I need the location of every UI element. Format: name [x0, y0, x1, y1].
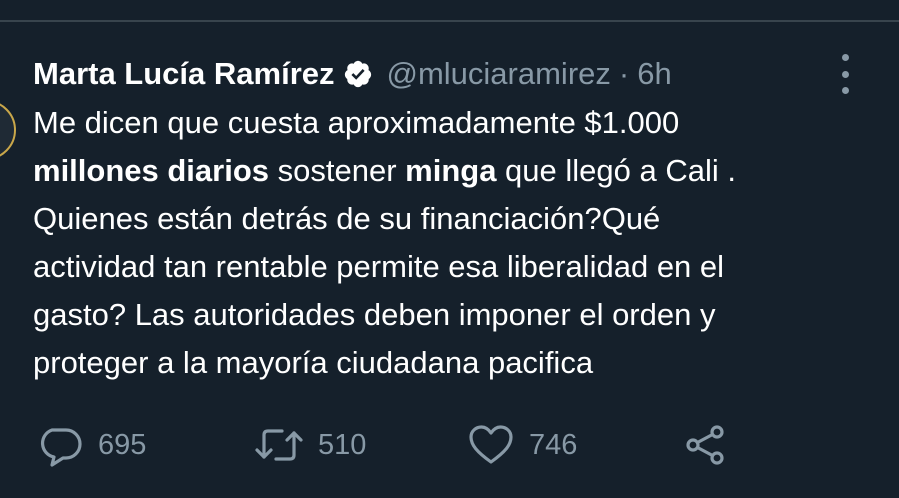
- tweet-text-line: proteger a la mayoría ciudadana pacifica: [33, 339, 883, 387]
- tweet-actions: 695 510 746: [0, 418, 899, 472]
- tweet-text-line: gasto? Las autoridades deben imponer el …: [33, 291, 883, 339]
- tweet-text: Me dicen que cuesta aproximadamente $1.0…: [33, 99, 883, 387]
- tweet-text-bold: minga: [405, 153, 497, 188]
- tweet-timestamp[interactable]: 6h: [637, 56, 671, 92]
- verified-badge-icon: [343, 59, 373, 89]
- top-divider: [0, 20, 899, 22]
- tweet-text-line: millones diarios sostener minga que lleg…: [33, 147, 883, 195]
- tweet-text-segment: que llegó a Cali .: [496, 153, 736, 188]
- reply-button[interactable]: 695: [36, 418, 146, 472]
- heart-icon: [467, 423, 515, 467]
- like-count: 746: [529, 428, 578, 461]
- reply-icon: [36, 423, 84, 467]
- share-button[interactable]: [681, 418, 729, 472]
- avatar[interactable]: [0, 100, 16, 160]
- tweet-text-line: Quienes están detrás de su financiación?…: [33, 195, 883, 243]
- more-vertical-icon[interactable]: [834, 54, 856, 94]
- header-separator: ·: [618, 56, 630, 91]
- tweet-text-line: actividad tan rentable permite esa liber…: [33, 243, 883, 291]
- share-icon: [681, 423, 729, 467]
- like-button[interactable]: 746: [467, 418, 577, 472]
- tweet-header: Marta Lucía Ramírez @mluciaramirez · 6h: [33, 52, 672, 96]
- author-name[interactable]: Marta Lucía Ramírez: [33, 56, 335, 92]
- reply-count: 695: [98, 428, 147, 461]
- tweet-text-bold: millones diarios: [33, 153, 270, 188]
- tweet-text-segment: proteger a la mayoría ciudadana pacifica: [33, 345, 594, 380]
- tweet-text-segment: Quienes están detrás de su financiación?…: [33, 201, 661, 236]
- retweet-icon: [254, 423, 304, 467]
- more-dot: [841, 87, 849, 94]
- tweet-text-segment: Me dicen que cuesta aproximadamente $1.0…: [33, 105, 680, 140]
- retweet-count: 510: [318, 428, 367, 461]
- retweet-button[interactable]: 510: [254, 418, 366, 472]
- tweet-text-segment: actividad tan rentable permite esa liber…: [33, 249, 725, 284]
- tweet-text-line: Me dicen que cuesta aproximadamente $1.0…: [33, 99, 883, 147]
- tweet-text-segment: sostener: [269, 153, 406, 188]
- more-dot: [841, 70, 849, 78]
- author-handle[interactable]: @mluciaramirez: [387, 56, 611, 92]
- tweet-text-segment: gasto? Las autoridades deben imponer el …: [33, 297, 716, 332]
- more-dot: [841, 54, 849, 61]
